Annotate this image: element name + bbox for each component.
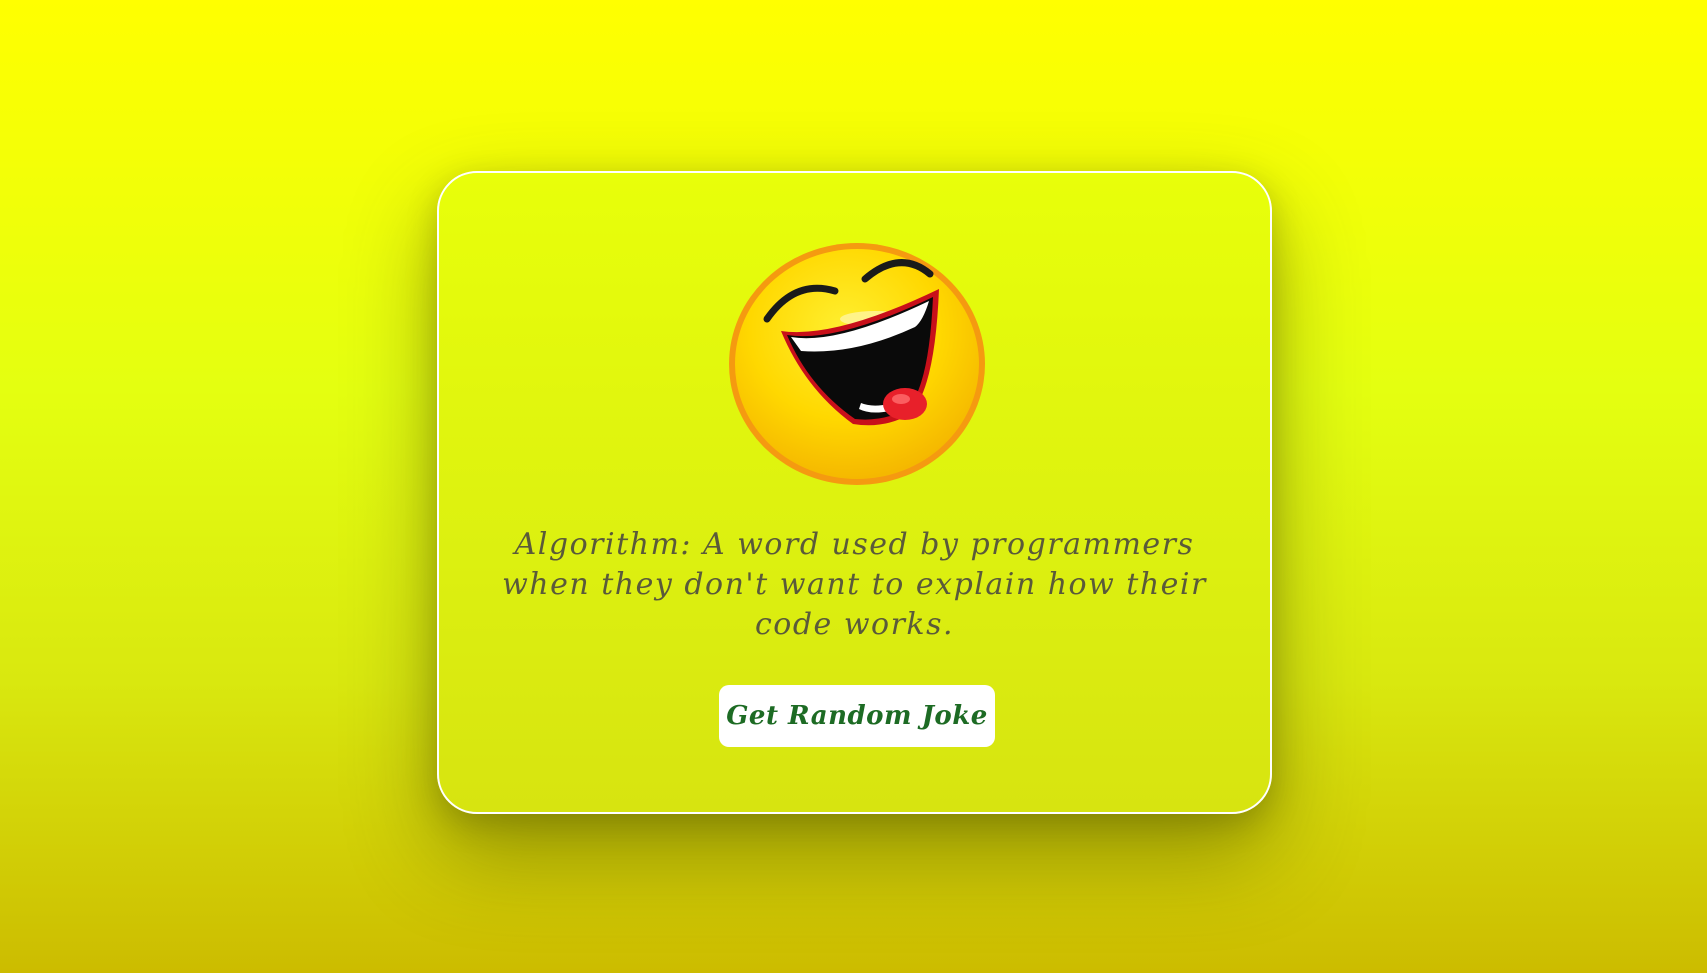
joke-card: Algorithm: A word used by programmers wh…: [437, 171, 1272, 814]
laughing-face-icon: [729, 243, 985, 485]
joke-text: Algorithm: A word used by programmers wh…: [502, 527, 1207, 642]
get-random-joke-button[interactable]: Get Random Joke: [719, 685, 995, 747]
